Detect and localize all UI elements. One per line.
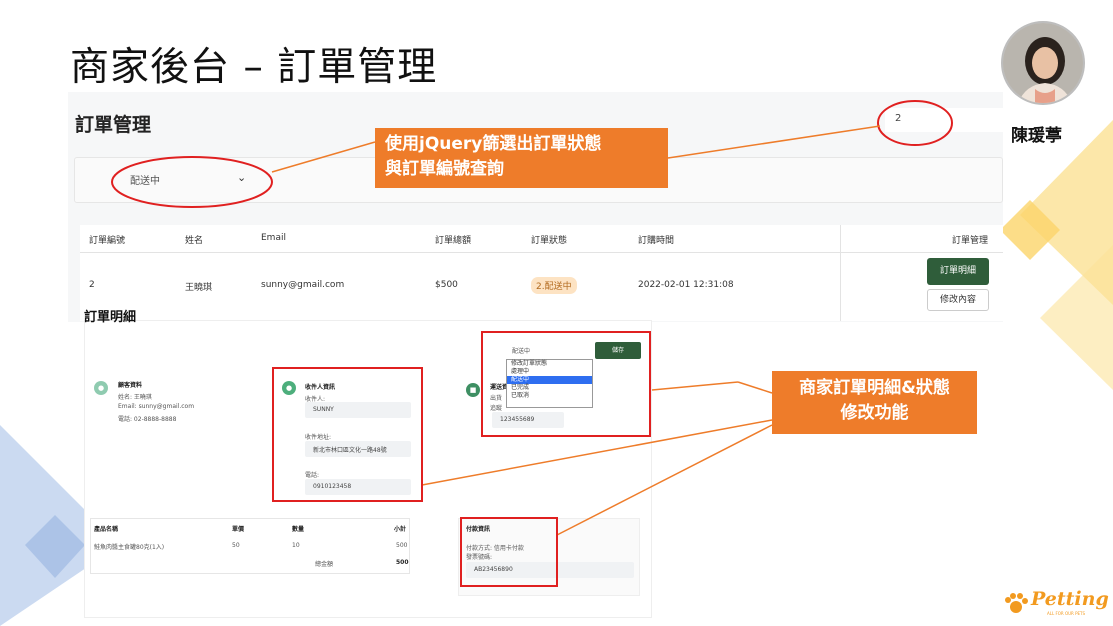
logo-tagline: ALL FOR OUR PETS	[1047, 611, 1086, 616]
petting-logo: Petting ALL FOR OUR PETS	[1003, 588, 1111, 618]
detail-edit-callout: 商家訂單明細&狀態 修改功能	[772, 371, 977, 434]
callout-line: 使用jQuery篩選出訂單狀態	[385, 134, 602, 154]
status-highlight	[481, 331, 651, 437]
paw-icon	[1005, 593, 1028, 613]
jquery-filter-callout: 使用jQuery篩選出訂單狀態 與訂單編號查詢	[375, 128, 668, 188]
callout-line: 修改功能	[840, 403, 909, 423]
logo-text: Petting	[1031, 588, 1109, 610]
recipient-highlight	[272, 367, 423, 502]
callout-line: 與訂單編號查詢	[385, 159, 504, 179]
callout-line: 商家訂單明細&狀態	[799, 378, 950, 398]
payment-highlight	[460, 517, 558, 587]
